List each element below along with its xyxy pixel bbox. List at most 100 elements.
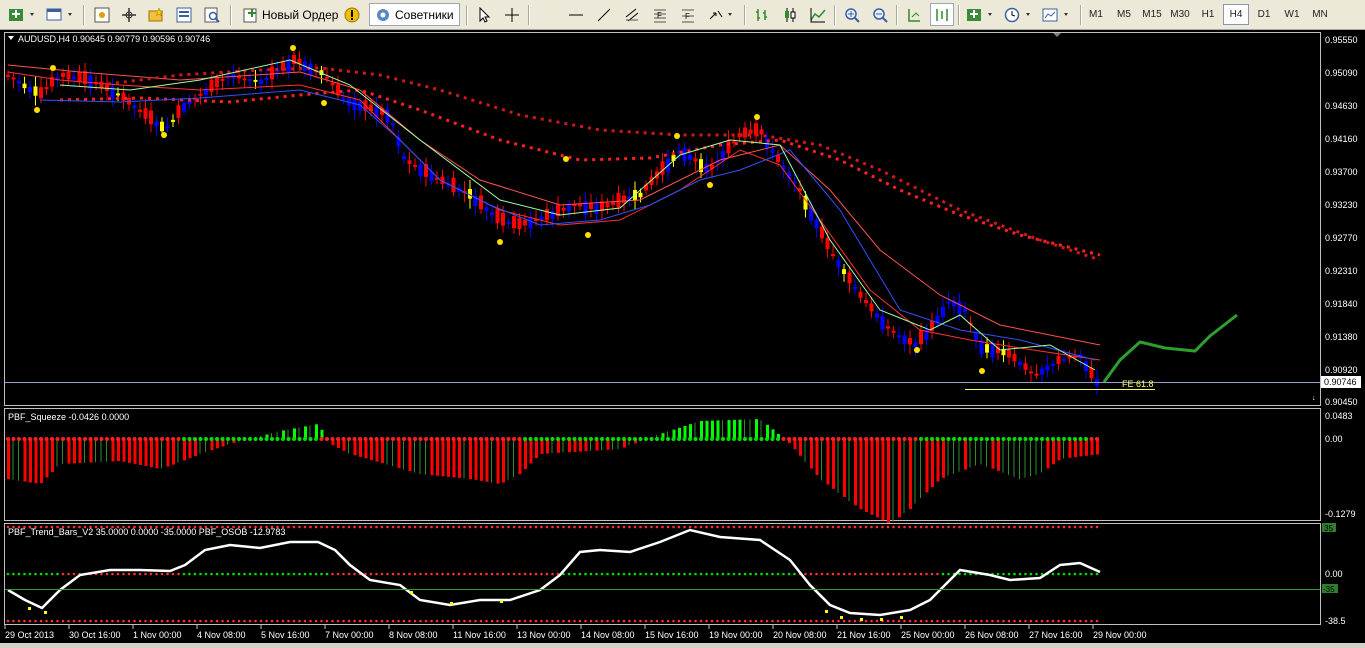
squeeze-bar: [381, 439, 384, 464]
squeeze-dot: [528, 437, 533, 441]
fibonacci-button[interactable]: F: [648, 3, 672, 26]
timeframe-m5[interactable]: M5: [1111, 4, 1137, 25]
squeeze-dot: [1007, 437, 1011, 441]
timeframe-h1[interactable]: H1: [1195, 4, 1221, 25]
squeeze-bar: [177, 439, 179, 463]
squeeze-bar: [56, 439, 58, 467]
upper-band-dot: [1062, 525, 1066, 529]
terminal-button[interactable]: [172, 3, 196, 26]
upper-band-dot: [738, 525, 741, 529]
new-chart-button[interactable]: [6, 3, 40, 26]
zoom-out-button[interactable]: [868, 3, 892, 26]
squeeze-dot: [385, 437, 390, 441]
candle-body: [138, 109, 142, 112]
new-order-button[interactable]: Новый Ордер: [236, 3, 344, 26]
squeeze-dot: [913, 437, 918, 441]
crosshair-tool-button[interactable]: [500, 3, 524, 26]
zero-band-dot: [936, 572, 939, 576]
chart-shift-marker-icon[interactable]: [1053, 33, 1061, 37]
zero-band-dot: [133, 572, 136, 576]
lower-band-dot: [237, 619, 241, 623]
squeeze-dot: [391, 437, 395, 441]
line-chart-button[interactable]: [806, 3, 830, 26]
zero-band-dot: [215, 572, 219, 576]
zero-band-dot: [391, 572, 395, 576]
periods-menu-button[interactable]: [1002, 3, 1036, 26]
favorites-button[interactable]: [144, 3, 168, 26]
timeframe-m1[interactable]: M1: [1083, 4, 1109, 25]
squeeze-bar: [315, 424, 318, 439]
lower-band-dot: [1046, 619, 1049, 623]
crosshair-move-button[interactable]: [117, 3, 141, 26]
cursor-tool-button[interactable]: [472, 3, 496, 26]
zero-band-dot: [633, 572, 637, 576]
fractal-dot: [497, 239, 503, 245]
squeeze-bar: [749, 419, 751, 439]
timeframe-w1[interactable]: W1: [1279, 4, 1305, 25]
advisors-button[interactable]: Советники: [369, 3, 460, 26]
candle-body: [33, 86, 38, 96]
zero-band-dot: [413, 572, 417, 576]
zero-band-dot: [479, 572, 483, 576]
autotrading-warning-button[interactable]: [340, 3, 364, 26]
upper-band-dot: [688, 525, 692, 529]
zero-band-dot: [23, 572, 26, 576]
upper-band-dot: [1013, 525, 1016, 529]
squeeze-scale-label: -0.1279: [1325, 509, 1356, 519]
templates-menu-button[interactable]: [1040, 3, 1074, 26]
lower-band-dot: [793, 619, 796, 623]
chart-shift-button[interactable]: [930, 3, 954, 26]
strategy-tester-button[interactable]: [200, 3, 224, 26]
lower-band-dot: [358, 619, 362, 623]
lower-band-dot: [133, 619, 136, 623]
squeeze-dot: [160, 437, 164, 441]
chart-canvas[interactable]: AUDUSD,H4 0.90645 0.90779 0.90596 0.9074…: [0, 30, 1365, 643]
autoscroll-button[interactable]: [902, 3, 926, 26]
timeframe-m30[interactable]: M30: [1167, 4, 1193, 25]
upper-band-dot: [314, 525, 318, 529]
zero-band-dot: [155, 572, 158, 576]
lower-band-dot: [325, 619, 329, 623]
squeeze-bar: [953, 439, 954, 474]
bar-chart-button[interactable]: [750, 3, 774, 26]
squeeze-dot: [418, 437, 423, 441]
upper-band-dot: [672, 525, 675, 529]
upper-band-dot: [1046, 525, 1049, 529]
fibonacci-fan-button[interactable]: F: [676, 3, 700, 26]
upper-band-dot: [479, 525, 483, 529]
horizontal-line-button[interactable]: [564, 3, 588, 26]
zero-band-dot: [963, 572, 967, 576]
upper-level-label: 35: [1324, 524, 1333, 533]
trendline-button[interactable]: [592, 3, 616, 26]
lower-band-dot: [633, 619, 637, 623]
lower-band-dot: [463, 619, 466, 623]
price-axis: 0.95550 0.95090 0.94630 0.94160 0.93700 …: [1325, 35, 1358, 407]
candle-body: [1012, 353, 1017, 362]
lower-band-dot: [809, 619, 813, 623]
chart-window[interactable]: AUDUSD,H4 0.90645 0.90779 0.90596 0.9074…: [0, 30, 1365, 643]
timeframe-mn[interactable]: MN: [1307, 4, 1333, 25]
squeeze-bar: [122, 439, 126, 462]
zero-band-dot: [457, 572, 461, 576]
channel-button[interactable]: [620, 3, 644, 26]
candle-body: [825, 238, 830, 250]
upper-band-dot: [699, 525, 703, 529]
timeframe-m15[interactable]: M15: [1139, 4, 1165, 25]
objects-menu-button[interactable]: [706, 3, 738, 26]
profiles-button[interactable]: [44, 3, 78, 26]
candle-body: [897, 335, 901, 338]
market-watch-button[interactable]: [90, 3, 114, 26]
zoom-in-button[interactable]: [840, 3, 864, 26]
upper-band-dot: [545, 525, 549, 529]
timeframe-h4[interactable]: H4: [1223, 4, 1249, 25]
chart-menu-icon[interactable]: [8, 36, 14, 40]
indicators-menu-button[interactable]: [964, 3, 998, 26]
squeeze-bar: [100, 439, 102, 462]
candle-chart-button[interactable]: [778, 3, 802, 26]
lower-band-dot: [380, 619, 384, 623]
squeeze-bar: [1019, 439, 1020, 479]
upper-band-dot: [639, 525, 642, 529]
lower-band-dot: [386, 619, 389, 623]
squeeze-dot: [220, 437, 225, 441]
timeframe-d1[interactable]: D1: [1251, 4, 1277, 25]
